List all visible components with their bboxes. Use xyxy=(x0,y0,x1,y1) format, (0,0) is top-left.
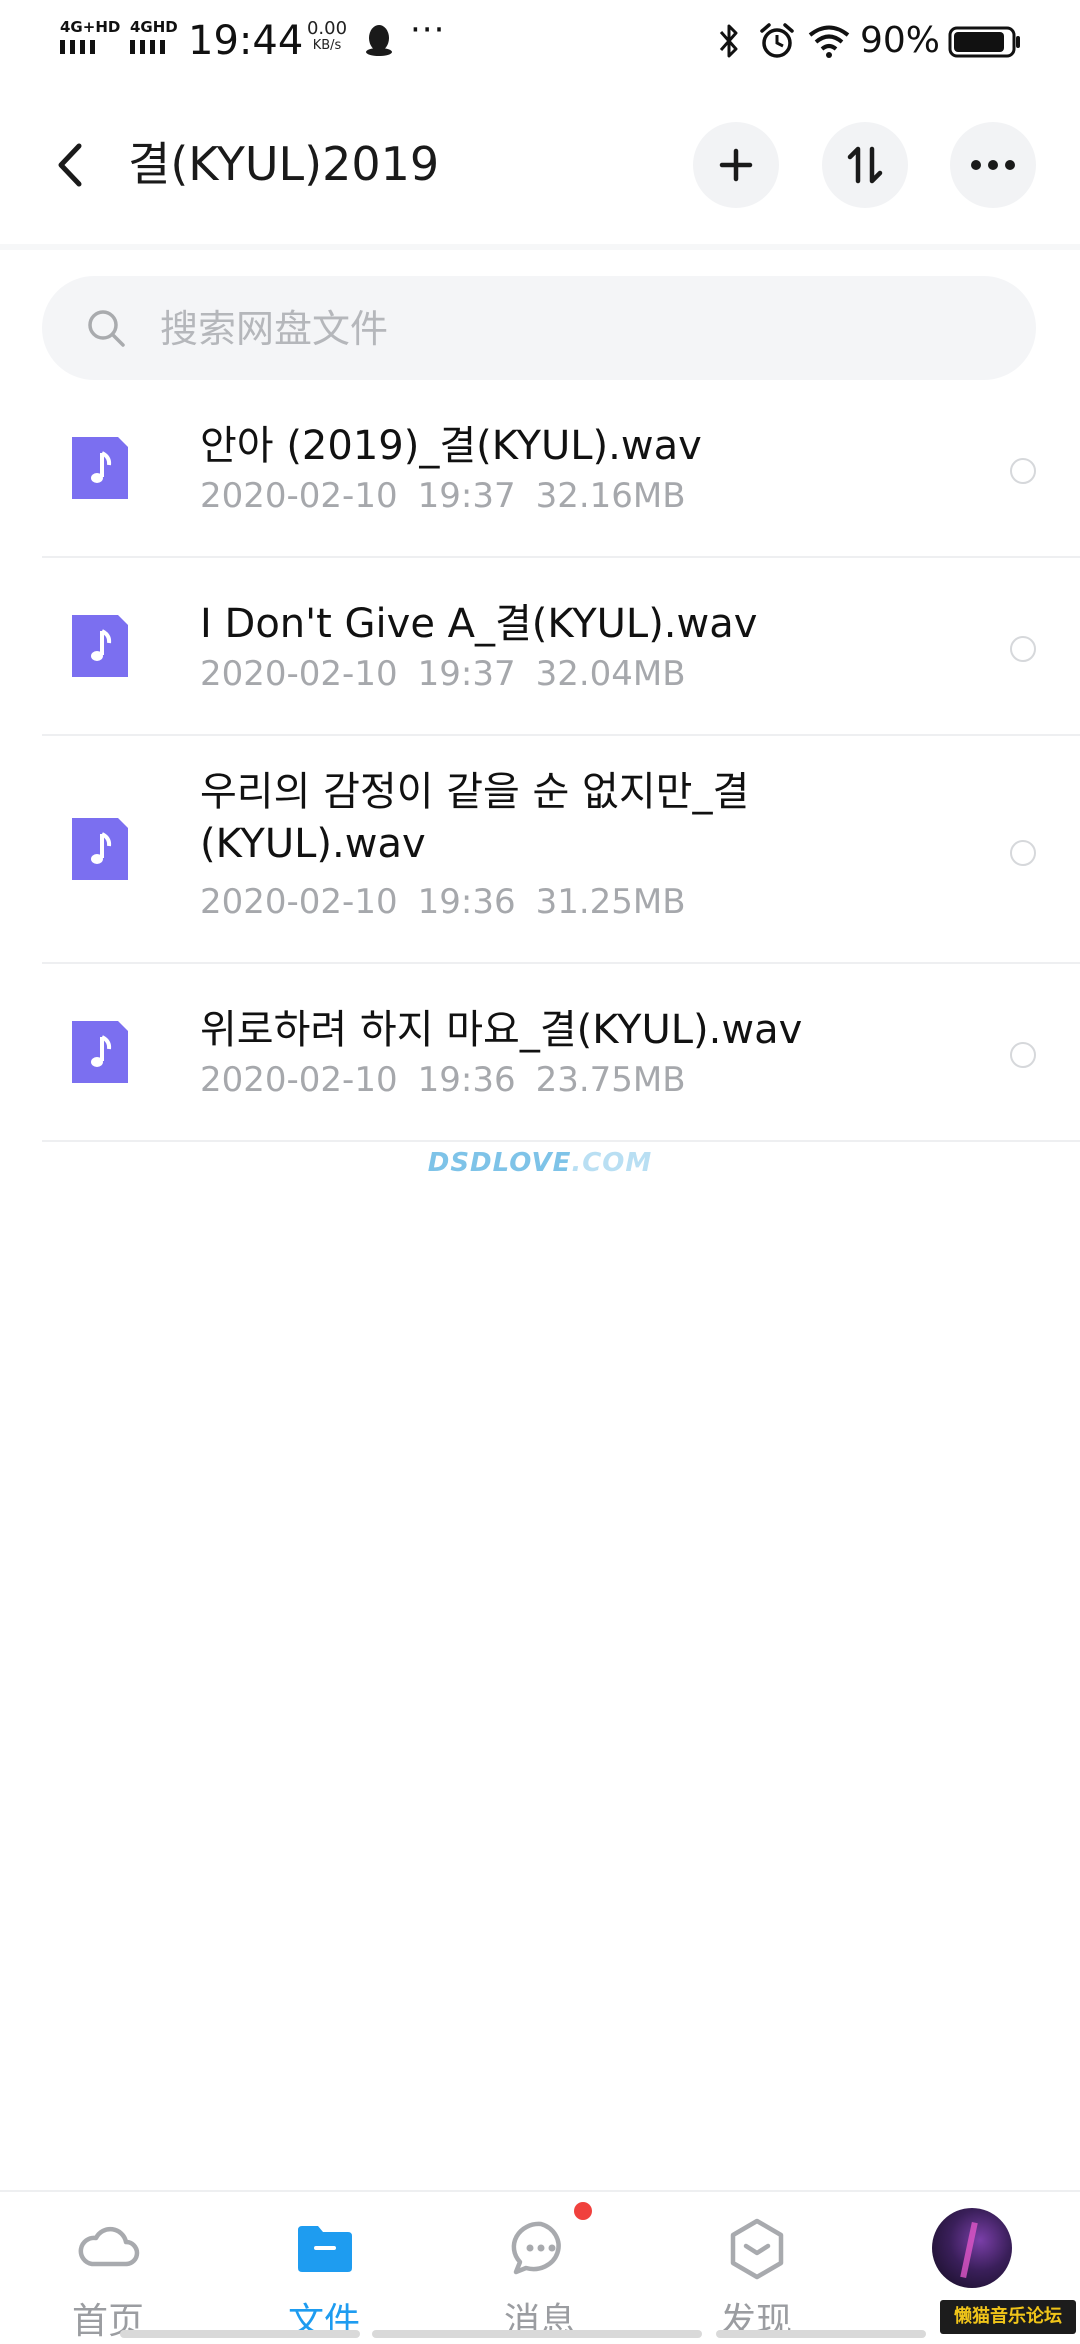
file-name: 안아 (2019)_결(KYUL).wav xyxy=(200,423,702,469)
file-size: 32.16MB xyxy=(535,476,686,516)
qq-penguin-icon xyxy=(366,25,392,56)
cloud-icon xyxy=(78,2226,140,2267)
status-bar: 4G+HD 4GHD 19:44 0.00 KB/s ··· 90% xyxy=(0,0,1080,84)
signal-bars-icon xyxy=(60,40,95,54)
file-row[interactable]: 안아 (2019)_결(KYUL).wav 2020-02-10 19:37 32.… xyxy=(42,380,1080,558)
gesture-bar xyxy=(372,2330,702,2338)
file-time: 19:36 xyxy=(417,1060,516,1100)
signal-label-2: 4GHD xyxy=(130,18,178,36)
signal-bars-icon xyxy=(130,40,165,54)
file-meta: 2020-02-10 19:37 32.04MB xyxy=(200,654,706,694)
file-name: I Don't Give A_결(KYUL).wav xyxy=(200,601,758,647)
back-icon xyxy=(58,143,82,187)
file-meta: 2020-02-10 19:36 31.25MB xyxy=(200,882,706,922)
select-checkbox[interactable] xyxy=(1010,458,1036,484)
file-list: 안아 (2019)_결(KYUL).wav 2020-02-10 19:37 32.… xyxy=(0,380,1080,1142)
network-speed: 0.00 KB/s xyxy=(302,20,352,54)
sort-icon xyxy=(847,146,883,184)
gesture-bar xyxy=(120,2330,360,2338)
nav-messages[interactable]: 消息 xyxy=(432,2192,648,2342)
signal-label-1: 4G+HD xyxy=(60,18,121,36)
nav-discover[interactable]: 发现 xyxy=(648,2192,864,2342)
more-icon xyxy=(971,160,1015,170)
audio-file-icon xyxy=(72,1021,128,1083)
watermark: DSDLOVE.COM xyxy=(0,1148,1080,1178)
file-row[interactable]: I Don't Give A_결(KYUL).wav 2020-02-10 19:… xyxy=(42,558,1080,736)
nav-home[interactable]: 首页 xyxy=(0,2192,216,2342)
file-row[interactable]: 우리의 감정이 같을 순 없지만_결(KYUL).wav 2020-02-10 1… xyxy=(42,736,1080,964)
file-time: 19:37 xyxy=(417,654,516,694)
file-meta: 2020-02-10 19:36 23.75MB xyxy=(200,1060,706,1100)
gesture-bar xyxy=(716,2330,926,2338)
battery-icon xyxy=(948,26,1020,58)
network-speed-value: 0.00 xyxy=(306,18,348,39)
header-divider xyxy=(0,244,1080,250)
signal-indicator-2: 4GHD xyxy=(128,18,180,58)
file-row[interactable]: 위로하려 하지 마요_결(KYUL).wav 2020-02-10 19:36 23… xyxy=(42,964,1080,1142)
file-date: 2020-02-10 xyxy=(200,1060,398,1100)
file-date: 2020-02-10 xyxy=(200,654,398,694)
bluetooth-icon xyxy=(719,24,738,58)
forum-badge: 懒猫音乐论坛 xyxy=(940,2300,1076,2334)
file-time: 19:36 xyxy=(417,882,516,922)
sort-button[interactable] xyxy=(822,122,908,208)
avatar[interactable] xyxy=(932,2208,1012,2288)
folder-icon xyxy=(298,2226,352,2272)
file-date: 2020-02-10 xyxy=(200,476,398,516)
nav-files[interactable]: 文件 xyxy=(216,2192,432,2342)
add-button[interactable] xyxy=(693,122,779,208)
discover-icon xyxy=(730,2218,784,2280)
file-name: 우리의 감정이 같을 순 없지만_결(KYUL).wav xyxy=(200,769,750,867)
file-date: 2020-02-10 xyxy=(200,882,398,922)
network-speed-unit: KB/s xyxy=(312,38,342,53)
message-icon xyxy=(511,2221,561,2275)
signal-indicator-1: 4G+HD xyxy=(58,18,120,58)
back-button[interactable] xyxy=(40,130,100,200)
search-bar[interactable] xyxy=(42,276,1036,380)
search-icon xyxy=(88,310,125,347)
file-size: 23.75MB xyxy=(535,1060,686,1100)
file-meta: 2020-02-10 19:37 32.16MB xyxy=(200,476,706,516)
more-options-button[interactable] xyxy=(950,122,1036,208)
audio-file-icon xyxy=(72,818,128,880)
file-size: 31.25MB xyxy=(535,882,686,922)
file-size: 32.04MB xyxy=(535,654,686,694)
select-checkbox[interactable] xyxy=(1010,1042,1036,1068)
wifi-icon xyxy=(808,25,850,58)
file-time: 19:37 xyxy=(417,476,516,516)
select-checkbox[interactable] xyxy=(1010,636,1036,662)
unread-badge xyxy=(574,2202,592,2220)
battery-percent: 90% xyxy=(860,20,941,61)
file-name: 위로하려 하지 마요_결(KYUL).wav xyxy=(200,1007,803,1053)
bottom-nav: 首页 文件 消息 发现 xyxy=(0,2190,1080,2342)
more-notifications-icon: ··· xyxy=(410,10,446,50)
audio-file-icon xyxy=(72,615,128,677)
watermark-main: DSDLOVE xyxy=(427,1148,572,1178)
search-input[interactable] xyxy=(158,298,1002,360)
audio-file-icon xyxy=(72,437,128,499)
alarm-icon xyxy=(760,23,794,58)
page-title: 결(KYUL)2019 xyxy=(128,137,440,191)
watermark-suffix: .COM xyxy=(571,1148,653,1178)
plus-icon xyxy=(719,148,753,182)
select-checkbox[interactable] xyxy=(1010,840,1036,866)
status-time: 19:44 xyxy=(188,18,304,64)
